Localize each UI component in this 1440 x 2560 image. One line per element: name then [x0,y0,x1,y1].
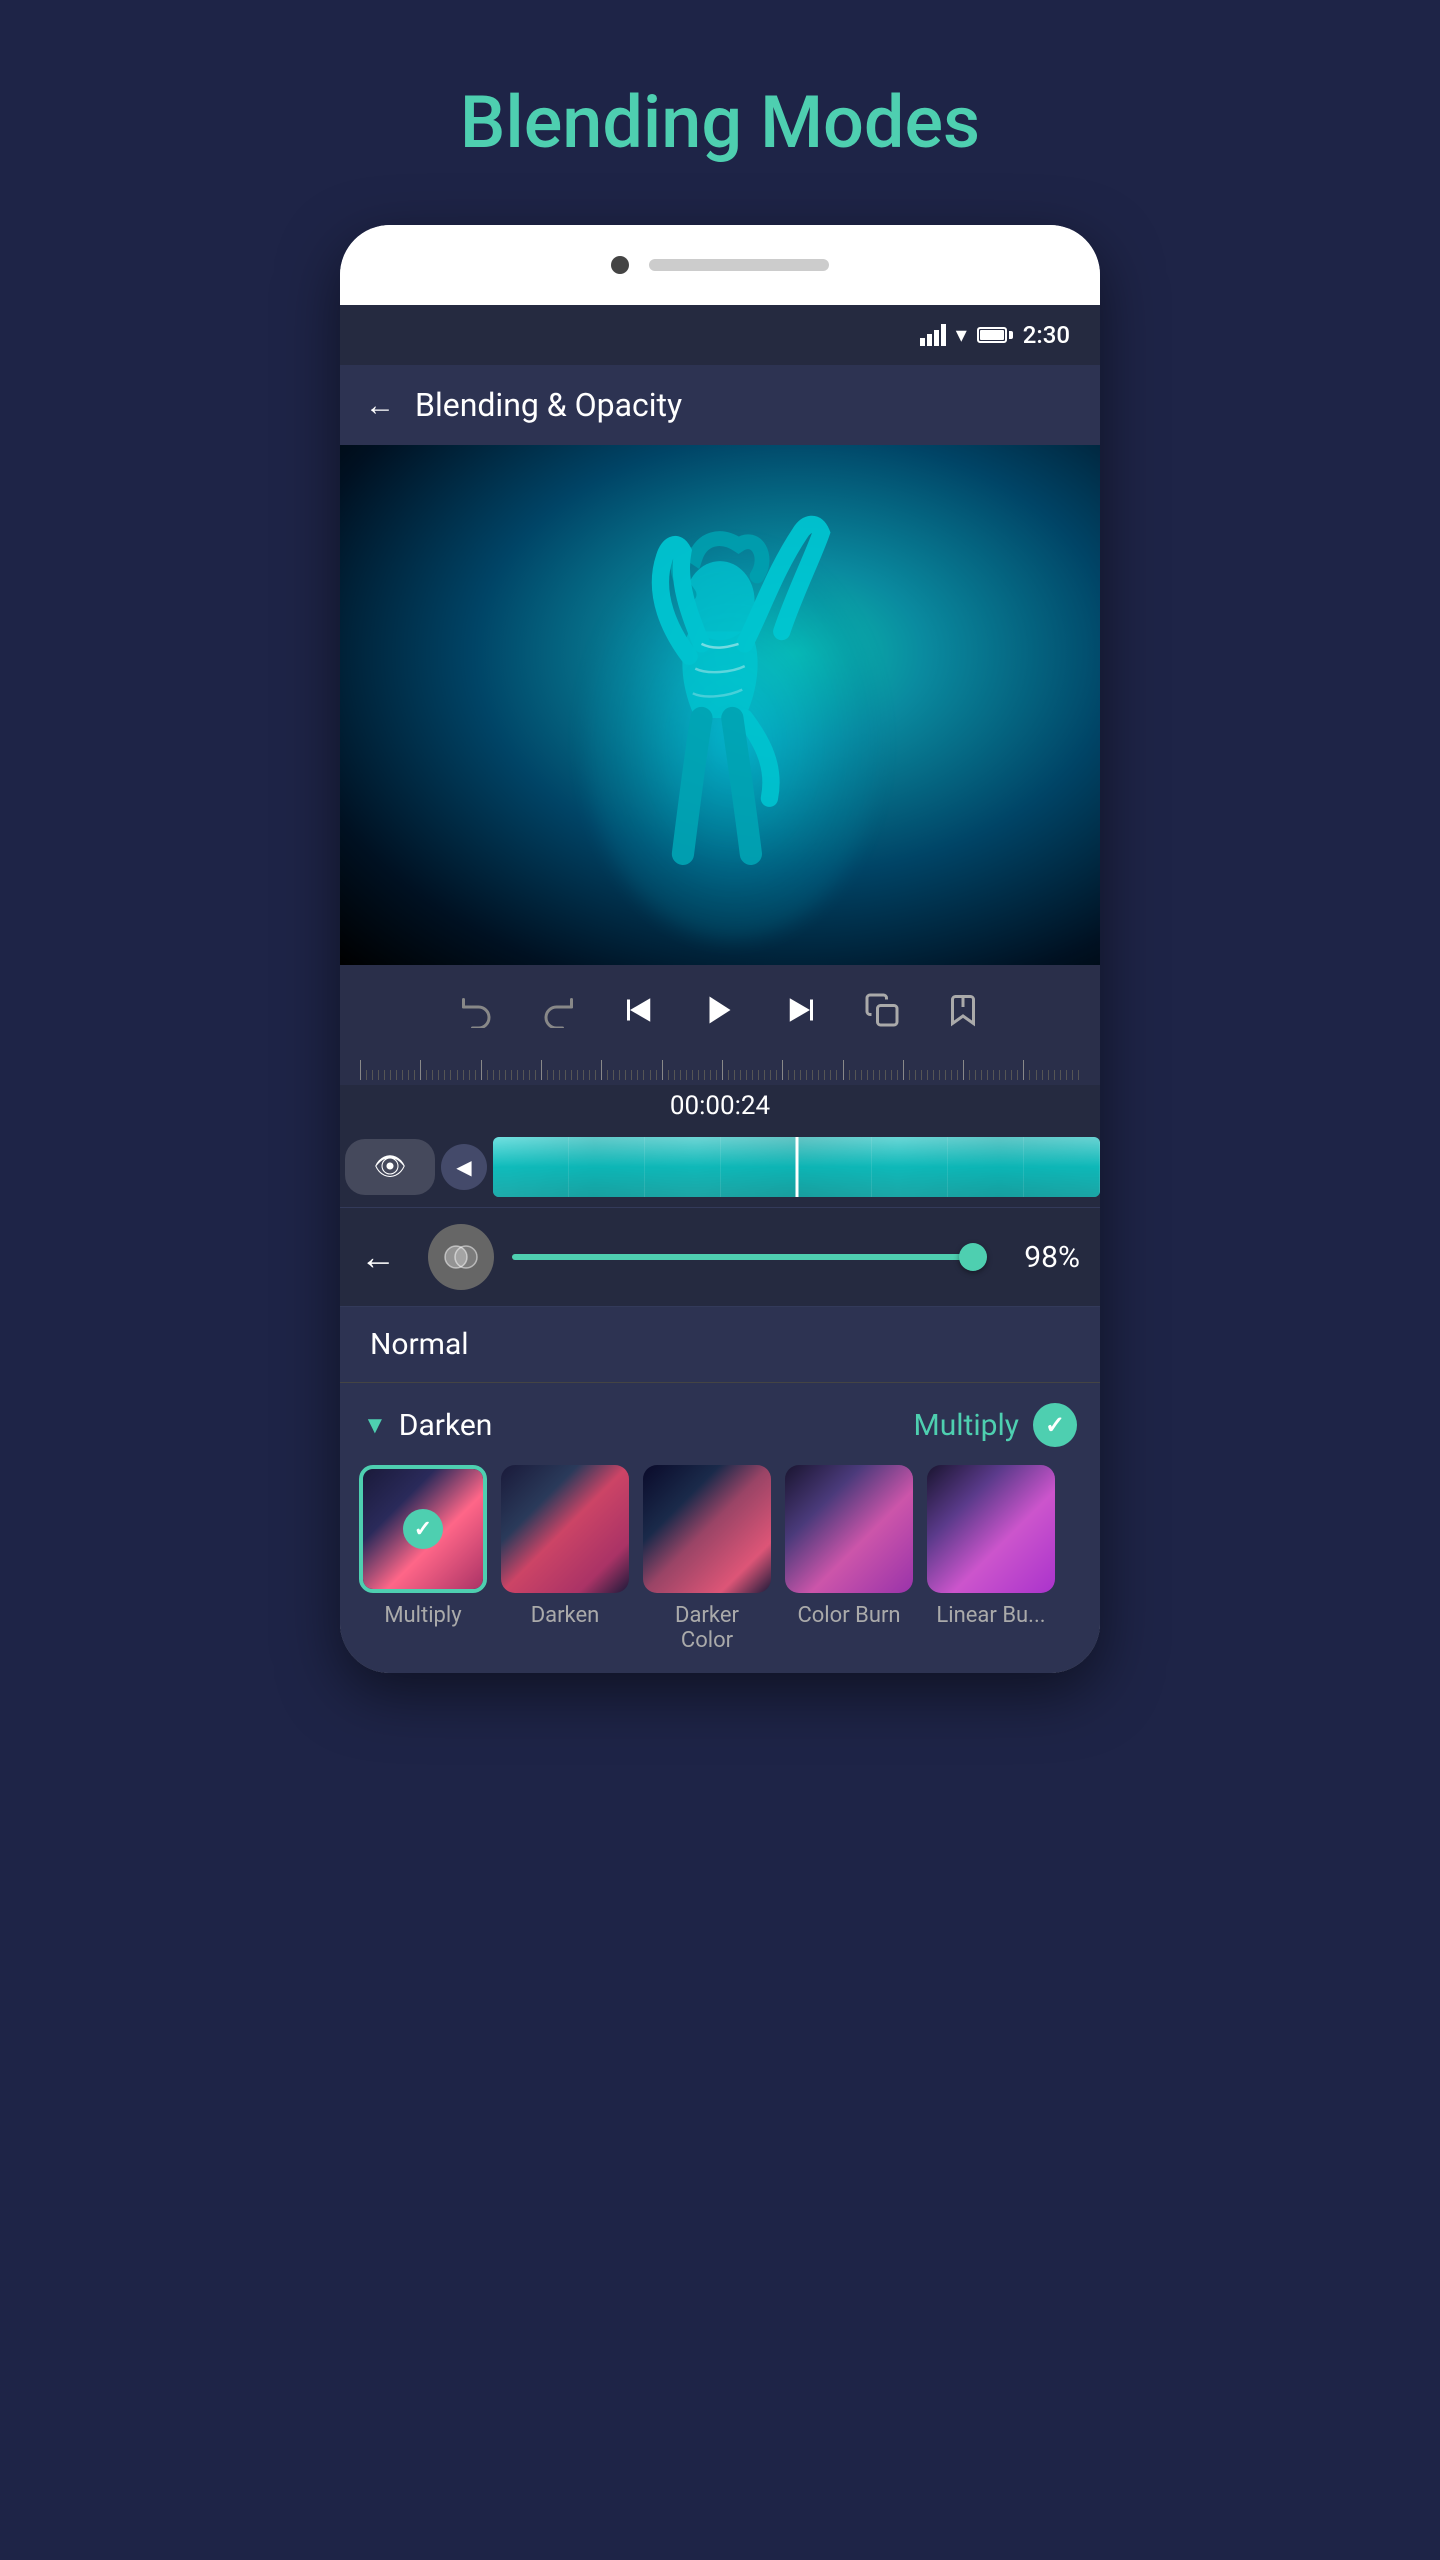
blend-category-header: ▼ Darken Multiply ✓ [355,1403,1085,1447]
front-camera [611,256,629,274]
thumb-checkmark: ✓ [414,1517,432,1542]
blend-selected-name-text: Multiply [914,1408,1019,1443]
blend-mode-current-label-container: Normal [340,1306,1100,1382]
eye-icon: 👁 [373,1152,406,1182]
play-button[interactable] [702,992,738,1028]
thumb-check-icon: ✓ [403,1509,443,1549]
time-display: 00:00:24 [340,1085,1100,1127]
status-icons: ▾ 2:30 [920,321,1070,349]
playback-controls-bar [340,965,1100,1055]
opacity-value-label: 98% [1000,1240,1080,1275]
tool-back-button[interactable]: ← [360,1236,410,1278]
opacity-slider[interactable] [512,1251,982,1263]
blend-thumb-linear-burn-img [927,1465,1055,1593]
category-expand-icon[interactable]: ▼ [363,1411,387,1440]
blend-selected-mode: Multiply ✓ [914,1403,1077,1447]
timeline-ruler[interactable]: for(let i=0;i<120;i++){ const isMajor = … [340,1055,1100,1085]
blend-thumb-darken[interactable]: Darken [501,1465,629,1653]
thumb-label-darker-color: DarkerColor [675,1603,739,1653]
blend-check-circle: ✓ [1033,1403,1077,1447]
video-track-clip[interactable] [493,1137,1100,1197]
thumb-label-multiply: Multiply [384,1603,461,1628]
redo-button[interactable] [540,992,576,1028]
blend-mode-current-text: Normal [370,1327,469,1362]
blend-mode-icon-button[interactable] [428,1224,494,1290]
check-icon: ✓ [1045,1411,1065,1439]
blend-thumb-darken-img [501,1465,629,1593]
undo-button[interactable] [459,992,495,1028]
video-preview [340,445,1100,965]
thumb-label-color-burn: Color Burn [797,1603,900,1628]
track-row: 👁 ◀ [340,1127,1100,1207]
blend-mode-selector[interactable]: ▼ Darken Multiply ✓ ✓ [340,1382,1100,1673]
collapse-arrow-icon: ◀ [456,1155,471,1179]
status-bar: ▾ 2:30 [340,305,1100,365]
skip-to-start-button[interactable] [621,992,657,1028]
thumb-label-darken: Darken [531,1603,600,1628]
opacity-track [512,1254,982,1260]
signal-icon [920,324,946,346]
blend-icon [442,1238,480,1276]
phone-screen: ▾ 2:30 ← Blending & Opacity [340,305,1100,1673]
collapse-track-button[interactable]: ◀ [441,1144,487,1190]
skip-to-end-button[interactable] [783,992,819,1028]
tool-panel: ← 98% [340,1207,1100,1306]
blend-category-name: Darken [399,1408,493,1443]
visibility-toggle-button[interactable]: 👁 [345,1139,435,1195]
duplicate-button[interactable] [864,992,900,1028]
blend-category-left: ▼ Darken [363,1408,492,1443]
blend-thumb-darker-color[interactable]: DarkerColor [643,1465,771,1653]
video-background [340,445,1100,965]
blend-thumb-color-burn-img [785,1465,913,1593]
app-bar-back-button[interactable]: ← [365,388,395,423]
thumb-label-linear-burn: Linear Bu... [936,1603,1045,1628]
playhead [795,1137,798,1197]
status-time: 2:30 [1023,321,1070,349]
page-title: Blending Modes [460,80,980,165]
earpiece-speaker [649,259,829,271]
blend-thumb-multiply[interactable]: ✓ Multiply [359,1465,487,1653]
blend-thumb-color-burn[interactable]: Color Burn [785,1465,913,1653]
phone-frame: ▾ 2:30 ← Blending & Opacity [340,225,1100,1673]
wifi-icon: ▾ [956,323,967,348]
app-bar: ← Blending & Opacity [340,365,1100,445]
app-bar-title: Blending & Opacity [415,386,682,424]
battery-icon [977,327,1013,343]
bookmark-button[interactable] [945,992,981,1028]
blend-thumb-linear-burn[interactable]: Linear Bu... [927,1465,1055,1653]
dancer-silhouette [416,471,1024,965]
blend-thumb-multiply-img: ✓ [359,1465,487,1593]
phone-top-bar [340,225,1100,305]
opacity-thumb[interactable] [959,1243,987,1271]
blend-thumbnails-row: ✓ Multiply Darken Da [355,1465,1085,1653]
opacity-fill [512,1254,973,1260]
blend-thumb-darker-color-img [643,1465,771,1593]
